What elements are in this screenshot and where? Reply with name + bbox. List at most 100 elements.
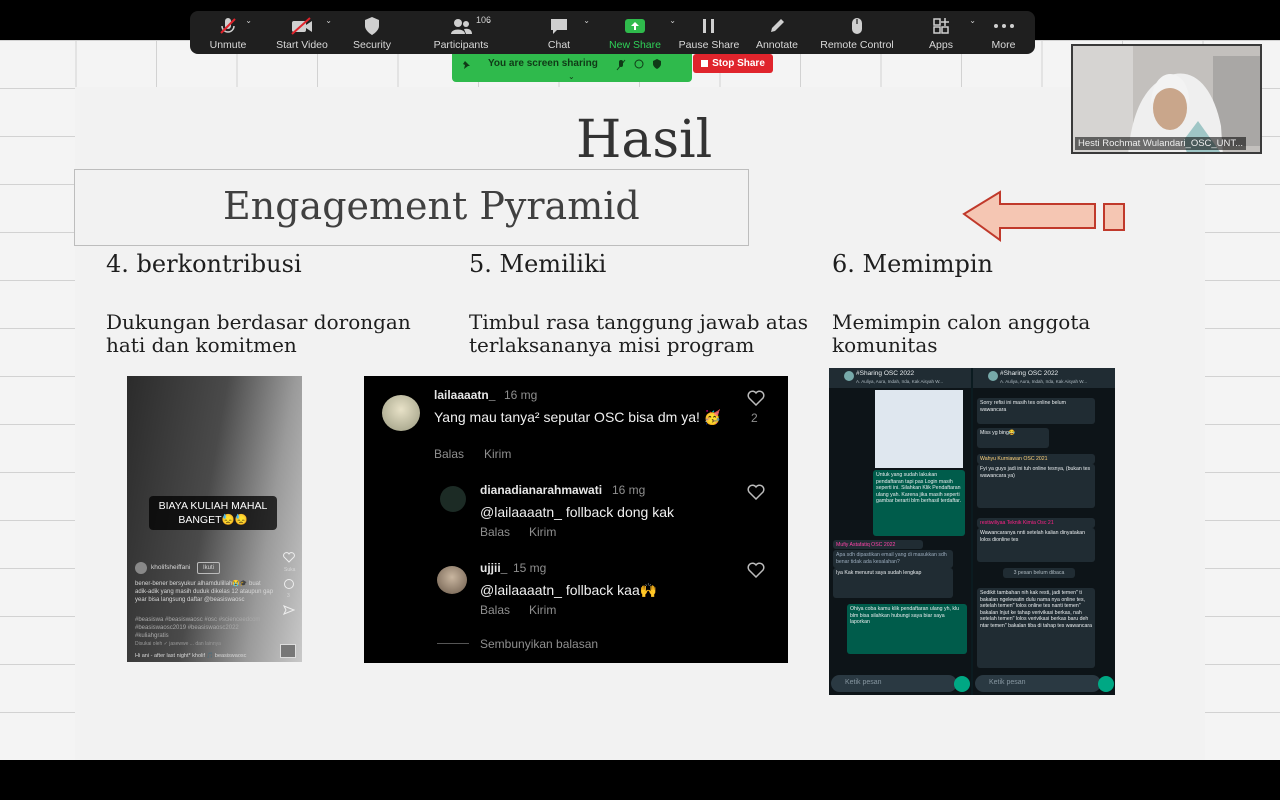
whatsapp-pane-left: #Sharing OSC 2022 A. Auliya, Aura, Indah… [829,368,971,695]
chevron-down-icon[interactable]: ⌄ [583,16,590,25]
music-thumbnail [280,644,296,658]
column-heading-6: 6. Memimpin [832,250,993,278]
participants-button[interactable]: 106 ⌄ Participants [406,11,516,54]
comment-text: @lailaaaatn_ follback kaa🙌 [480,582,658,598]
message-input[interactable]: Ketik pesan [975,675,1101,692]
shield-icon [363,15,381,37]
post-hashtags: #beasiswa #beasiswaosc #osc #scienceedco… [135,617,261,639]
column-heading-5: 5. Memiliki [469,250,607,278]
apps-icon [932,15,950,37]
reply-link[interactable]: Balas [480,525,510,539]
apps-button[interactable]: ⌄ Apps [910,11,976,54]
whatsapp-screenshot: #Sharing OSC 2022 A. Auliya, Aura, Indah… [829,368,1115,695]
video-off-icon [290,15,314,37]
share-arrow-icon [624,15,646,37]
chat-sender: Wahyu Kurniawan OSC 2021 [977,454,1095,464]
group-name: #Sharing OSC 2022 [856,370,915,377]
chevron-down-icon[interactable]: ⌄ [325,16,332,25]
shield-icon[interactable] [652,58,662,70]
blurred-image [875,390,963,468]
chat-icon [549,15,569,37]
toolbar-label: Participants [433,39,489,51]
start-video-button[interactable]: ⌄ Start Video [266,11,338,54]
stop-share-label: Stop Share [712,58,765,69]
comment-user: lailaaaatn_ [434,388,496,402]
message-input[interactable]: Ketik pesan [831,675,957,692]
mic-icon[interactable] [1098,676,1114,692]
send-link[interactable]: Kirim [529,525,556,539]
column-heading-4: 4. berkontribusi [106,250,302,278]
screen-sharing-text: You are screen sharing [488,58,598,69]
chat-bubble: Iya Kak menurut saya sudah lengkap [833,568,953,598]
hide-replies-link[interactable]: Sembunyikan balasan [480,637,598,651]
unread-divider: 3 pesan belum dibaca [1003,568,1075,578]
remote-control-button[interactable]: Remote Control [804,11,910,54]
chevron-down-icon[interactable]: ⌄ [485,16,492,25]
chat-bubble: Sedikit tambahan nih kak resti, jadi tem… [977,588,1095,668]
more-button[interactable]: More [972,11,1035,54]
post-liked-by: Disukai oleh ✓ jasewwe ... dan lainnya [135,641,221,647]
slide-title: Hasil [576,110,713,170]
likes-label: Suka [284,567,296,573]
participant-name: Hesti Rochmat Wulandari_OSC_UNT... [1075,137,1247,150]
pause-share-button[interactable]: Pause Share [668,11,750,54]
post-music: Hi ani - after last night* kholif 🎵 beas… [135,653,247,659]
chevron-down-icon[interactable]: ⌄ [568,72,575,81]
reply-link[interactable]: Balas [434,447,464,461]
send-link[interactable]: Kirim [529,603,556,617]
more-icon [993,15,1015,37]
chat-sender: Mufiy Astafatiq OSC 2022 [833,540,923,549]
chat-quote: Apa sdh dipastikan email yang di masukka… [833,550,953,568]
post-banner-text: BIAYA KULIAH MAHAL BANGET😓😓 [149,496,277,530]
pen-icon [768,15,786,37]
new-share-button[interactable]: ⌄ New Share [602,11,676,54]
stop-share-button[interactable]: Stop Share [693,54,773,73]
chat-header: #Sharing OSC 2022 A. Auliya, Aura, Indah… [829,368,971,388]
comment-icon [284,579,294,589]
avatar [382,395,420,431]
reply-link[interactable]: Balas [480,603,510,617]
chat-bubble: Sorry refisi ini masih tes online belum … [977,398,1095,424]
info-icon[interactable] [634,59,644,69]
send-link[interactable]: Kirim [484,447,511,461]
group-members: A. Auliya, Aura, Indah, Irda, Kak Aisyah… [856,379,944,384]
chat-bubble: Fyi ya guys jadi ini tuh online tesnya, … [977,464,1095,508]
meeting-toolbar: ⌄ Unmute ⌄ Start Video Security 106 ⌄ Pa… [190,11,1035,54]
post-caption: bener-bener bersyukur alhamdulillah😭🎓 bu… [135,581,274,603]
toolbar-label: Annotate [755,39,799,51]
heart-icon[interactable] [747,484,765,500]
chevron-down-icon[interactable]: ⌄ [245,16,252,25]
chat-sender: restiwiliyaa Teknik Kimia Osc 21 [977,518,1095,528]
mic-muted-icon [218,15,238,37]
security-button[interactable]: Security [338,11,406,54]
slide-subtitle: Engagement Pyramid [223,184,640,228]
avatar [844,371,854,381]
mouse-icon [850,15,864,37]
participant-video[interactable]: Hesti Rochmat Wulandari_OSC_UNT... [1071,44,1262,154]
mic-icon[interactable] [954,676,970,692]
unmute-button[interactable]: ⌄ Unmute [190,11,266,54]
mic-muted-icon[interactable] [616,59,626,71]
chat-button[interactable]: ⌄ Chat [516,11,602,54]
instagram-comments-screenshot: lailaaaatn_ 16 mg Yang mau tanya² seputa… [364,376,788,663]
toolbar-label: Unmute [209,39,247,51]
annotate-button[interactable]: Annotate [750,11,804,54]
whatsapp-pane-right: #Sharing OSC 2022 A. Auliya, Aura, Indah… [973,368,1115,695]
send-icon [283,605,295,615]
toolbar-label: Security [353,39,391,51]
toolbar-label: More [991,39,1016,51]
group-name: #Sharing OSC 2022 [1000,370,1059,377]
heart-icon[interactable] [747,562,765,578]
pin-icon[interactable] [462,60,472,70]
toolbar-label: Start Video [276,39,328,51]
subtitle-box: Engagement Pyramid [74,169,749,246]
left-arrow-icon [962,190,1125,242]
stop-icon [701,60,709,67]
comment-time: 16 mg [612,483,646,497]
comment-text: Yang mau tanya² seputar OSC bisa dm ya! … [434,409,722,425]
comments-count: 3 [287,593,290,599]
divider [437,643,469,644]
chat-bubble: Untuk yang sudah lakukan pendaftaran tap… [873,470,965,536]
column-desc-4: Dukungan berdasar dorongan hati dan komi… [106,310,411,357]
heart-icon[interactable] [747,390,765,406]
